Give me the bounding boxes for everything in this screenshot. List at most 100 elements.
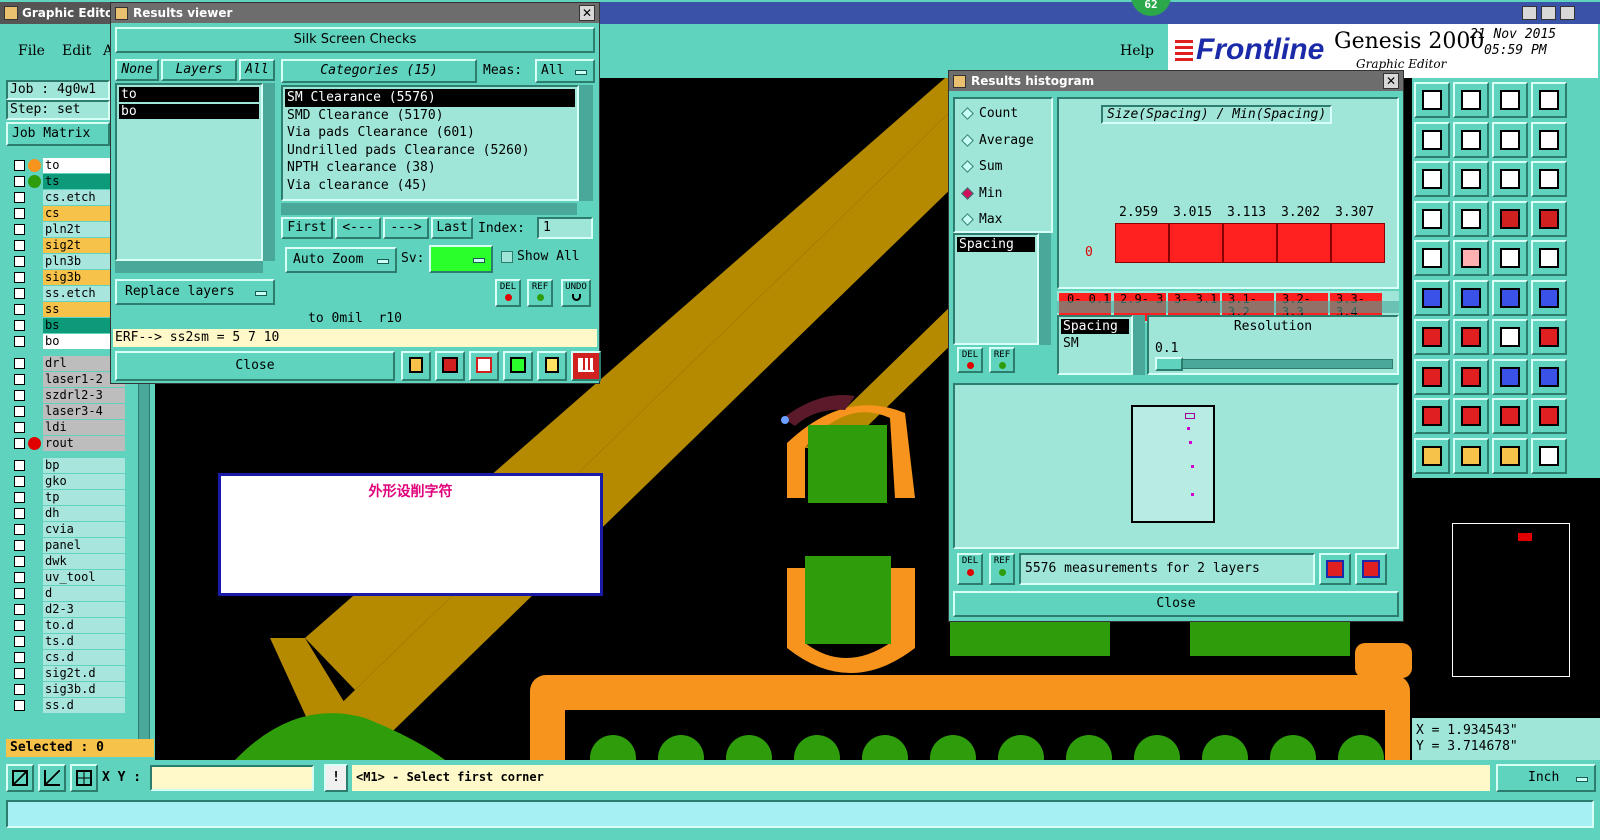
tool-5-icon[interactable] (1414, 121, 1450, 158)
minimize-icon[interactable] (1522, 6, 1537, 20)
close-icon[interactable] (1560, 6, 1575, 20)
layer-row[interactable]: cvia (8, 522, 128, 537)
preview-del-button[interactable]: DEL (957, 553, 983, 585)
units-dropdown[interactable]: Inch (1496, 764, 1596, 792)
angle-tool-icon[interactable] (38, 764, 66, 792)
maximize-icon[interactable] (1541, 6, 1556, 20)
tool-31-icon[interactable] (1492, 358, 1528, 395)
layer-checkbox[interactable] (14, 492, 25, 503)
layer-list-hscroll[interactable] (115, 261, 263, 273)
tool-20-icon[interactable] (1531, 240, 1567, 276)
layer-checkbox[interactable] (14, 160, 25, 171)
report-tool-icon[interactable] (537, 351, 567, 381)
tool-37-icon[interactable] (1414, 437, 1450, 474)
zoom-preview-icon[interactable] (1319, 553, 1351, 585)
first-button[interactable]: First (281, 217, 333, 239)
mode-radio-count[interactable]: Count (961, 105, 1051, 123)
tool-9-icon[interactable] (1414, 161, 1450, 197)
layer-row[interactable]: laser3-4 (8, 404, 128, 419)
tool-19-icon[interactable] (1492, 240, 1528, 276)
grid-tool-icon[interactable] (70, 764, 98, 792)
layer-checkbox[interactable] (14, 358, 25, 369)
layer-checkbox[interactable] (14, 288, 25, 299)
menu-file[interactable]: File (18, 43, 45, 59)
tool-15-icon[interactable] (1492, 200, 1528, 237)
tool-28-icon[interactable] (1531, 319, 1567, 355)
layer-checkbox[interactable] (14, 476, 25, 487)
category-item[interactable]: NPTH clearance (38) (285, 159, 575, 177)
tool-18-icon[interactable] (1453, 240, 1489, 276)
layer-row[interactable]: sig3b.d (8, 682, 128, 697)
layer-row[interactable]: to.d (8, 618, 128, 633)
category-vscroll[interactable] (579, 85, 593, 201)
menu-edit[interactable]: Edit (62, 43, 91, 59)
mode-radio-min[interactable]: Min (961, 185, 1051, 203)
tool-10-icon[interactable] (1453, 161, 1489, 197)
layer-checkbox[interactable] (14, 668, 25, 679)
results-viewer-close-icon[interactable]: ✕ (579, 5, 595, 21)
pan-preview-icon[interactable] (1355, 553, 1387, 585)
layer-checkbox[interactable] (14, 304, 25, 315)
layer-checkbox[interactable] (14, 336, 25, 347)
layer-checkbox[interactable] (14, 572, 25, 583)
layer-checkbox[interactable] (14, 438, 25, 449)
tool-1-icon[interactable] (1414, 82, 1450, 118)
layer-row[interactable]: uv_tool (8, 570, 128, 585)
layer-checkbox[interactable] (14, 700, 25, 711)
layer-checkbox[interactable] (14, 390, 25, 401)
layer-checkbox[interactable] (14, 684, 25, 695)
layer-row[interactable]: sig2t.d (8, 666, 128, 681)
layer-checkbox[interactable] (14, 256, 25, 267)
tool-30-icon[interactable] (1453, 358, 1489, 395)
alert-icon[interactable]: ! (324, 764, 348, 792)
histogram-close-button[interactable]: Close (953, 591, 1399, 617)
layer-checkbox[interactable] (14, 524, 25, 535)
next-button[interactable]: ---> (383, 217, 429, 239)
overview-map[interactable] (1412, 478, 1600, 718)
layers-all-button[interactable]: All (239, 59, 275, 81)
tool-12-icon[interactable] (1531, 161, 1567, 197)
tool-34-icon[interactable] (1453, 398, 1489, 434)
layer-checkbox[interactable] (14, 540, 25, 551)
layer-row[interactable]: szdrl2-3 (8, 388, 128, 403)
help-menu[interactable]: Help (1120, 43, 1154, 59)
layer-checkbox[interactable] (14, 272, 25, 283)
tool-33-icon[interactable] (1414, 398, 1450, 434)
layer-checkbox[interactable] (14, 224, 25, 235)
layer-checkbox[interactable] (14, 406, 25, 417)
histogram-tool-icon[interactable] (571, 351, 601, 381)
layer-row[interactable]: d2-3 (8, 602, 128, 617)
tool-4-icon[interactable] (1531, 82, 1567, 118)
layer-checkbox[interactable] (14, 176, 25, 187)
undo-button[interactable]: UNDO (561, 279, 591, 307)
layers-none-button[interactable]: None (115, 59, 159, 81)
tool-36-icon[interactable] (1531, 398, 1567, 434)
layer-list-vscroll[interactable] (263, 83, 275, 261)
histogram-bar[interactable] (1331, 223, 1385, 263)
category-item[interactable]: SM Clearance (5576) (285, 89, 575, 107)
layer-checkbox[interactable] (14, 374, 25, 385)
category-item[interactable]: Undrilled pads Clearance (5260) (285, 142, 575, 160)
tool-27-icon[interactable] (1492, 319, 1528, 355)
tool-16-icon[interactable] (1531, 200, 1567, 237)
category-hscroll[interactable] (281, 203, 577, 215)
layer-row[interactable]: ss.d (8, 698, 128, 713)
layer-checkbox[interactable] (14, 460, 25, 471)
tool-6-icon[interactable] (1453, 121, 1489, 158)
layer-row[interactable]: d (8, 586, 128, 601)
resolution-slider-thumb[interactable] (1155, 357, 1183, 371)
spacing-list-item[interactable]: Spacing (957, 237, 1035, 252)
measure-type-item[interactable]: Spacing (1061, 319, 1129, 334)
tool-26-icon[interactable] (1453, 319, 1489, 355)
hist-ref-button[interactable]: REF (989, 347, 1015, 373)
layer-row[interactable]: bp (8, 458, 128, 473)
histogram-bar[interactable] (1115, 223, 1169, 263)
show-all-checkbox[interactable] (501, 251, 513, 263)
layer-row[interactable]: ts.d (8, 634, 128, 649)
tool-14-icon[interactable] (1453, 200, 1489, 237)
hist-del-button[interactable]: DEL (957, 347, 983, 373)
layer-checkbox[interactable] (14, 508, 25, 519)
export-tool-icon[interactable] (503, 351, 533, 381)
layer-checkbox[interactable] (14, 620, 25, 631)
preview-ref-button[interactable]: REF (989, 553, 1015, 585)
